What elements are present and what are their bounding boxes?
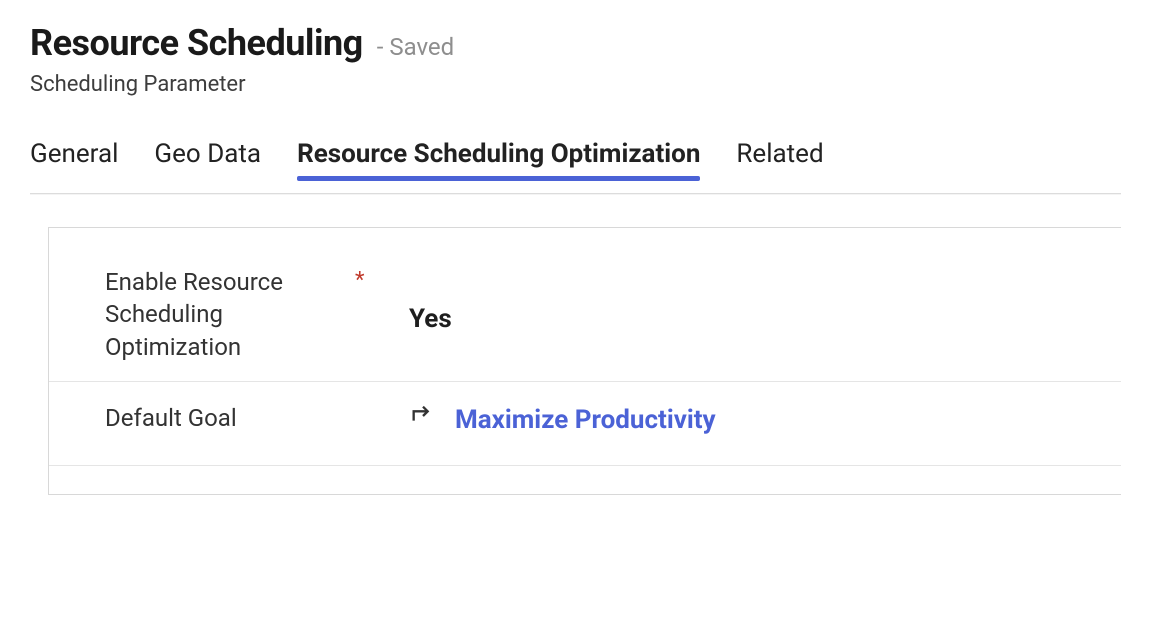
field-default-goal: Default Goal Maximize Productivity — [49, 381, 1121, 466]
tab-bar: General Geo Data Resource Scheduling Opt… — [30, 139, 1121, 183]
page-title: Resource Scheduling — [30, 22, 363, 64]
field-label-default-goal: Default Goal — [105, 402, 355, 434]
entity-subtitle: Scheduling Parameter — [30, 72, 1121, 97]
field-label-enable-rso: Enable Resource Scheduling Optimization — [105, 266, 355, 363]
tab-geo-data[interactable]: Geo Data — [154, 139, 261, 179]
field-value-enable-rso[interactable]: Yes — [409, 266, 1121, 334]
lookup-icon — [409, 402, 437, 437]
field-enable-rso: Enable Resource Scheduling Optimization … — [49, 262, 1121, 381]
field-value-default-goal[interactable]: Maximize Productivity — [409, 402, 1121, 437]
lookup-link-default-goal[interactable]: Maximize Productivity — [455, 405, 716, 435]
tab-general[interactable]: General — [30, 139, 118, 179]
form-panel: Enable Resource Scheduling Optimization … — [48, 227, 1121, 495]
page-title-row: Resource Scheduling - Saved — [30, 22, 1121, 64]
tab-related[interactable]: Related — [736, 139, 823, 179]
save-status: - Saved — [377, 33, 454, 61]
required-marker: * — [355, 266, 409, 293]
tab-divider — [30, 193, 1121, 195]
tab-resource-scheduling-optimization[interactable]: Resource Scheduling Optimization — [297, 139, 700, 179]
